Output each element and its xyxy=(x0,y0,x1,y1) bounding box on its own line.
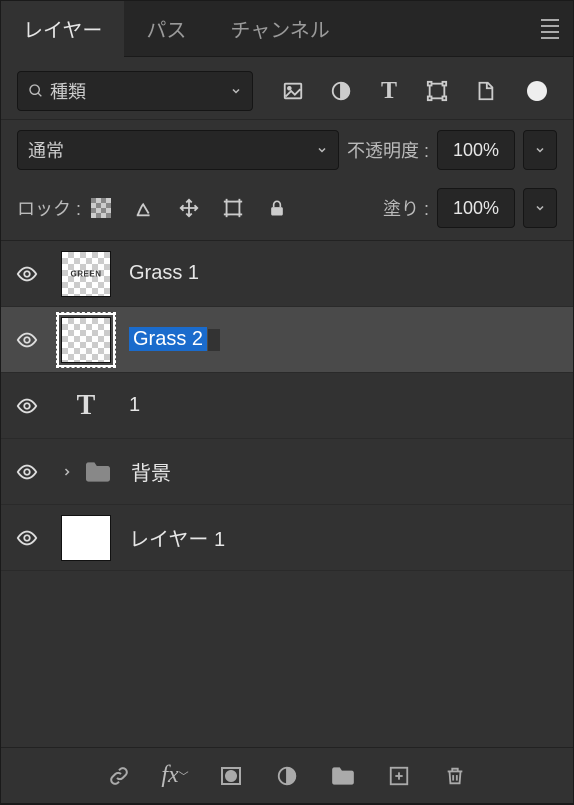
blend-mode-value: 通常 xyxy=(28,137,64,163)
opacity-label: 不透明度 : xyxy=(347,137,429,163)
visibility-toggle[interactable] xyxy=(7,263,47,285)
tab-paths[interactable]: パス xyxy=(124,1,208,57)
lock-artboard-icon[interactable] xyxy=(221,196,245,220)
layer-thumbnail[interactable] xyxy=(61,515,111,561)
visibility-toggle[interactable] xyxy=(7,461,47,483)
filter-smartobject-icon[interactable] xyxy=(473,79,497,103)
layer-row[interactable]: Grass 2 xyxy=(1,307,573,373)
add-mask-icon[interactable] xyxy=(218,763,244,789)
layer-row[interactable]: レイヤー 1 xyxy=(1,505,573,571)
new-adjustment-icon[interactable] xyxy=(274,763,300,789)
layer-filter-dropdown[interactable]: 種類 xyxy=(17,71,253,111)
tab-layers[interactable]: レイヤー xyxy=(1,1,124,57)
disclosure-triangle[interactable] xyxy=(55,466,75,478)
filter-adjustment-icon[interactable] xyxy=(329,79,353,103)
panel-menu-icon[interactable] xyxy=(543,19,573,39)
link-layers-icon[interactable] xyxy=(106,763,132,789)
blend-row: 通常 不透明度 : 100% xyxy=(1,119,573,178)
type-layer-icon[interactable]: T xyxy=(61,383,111,429)
lock-transparency-icon[interactable] xyxy=(89,196,113,220)
new-group-icon[interactable] xyxy=(330,763,356,789)
visibility-toggle[interactable] xyxy=(7,395,47,417)
lock-row: ロック : 塗り : 100% xyxy=(1,178,573,241)
fill-label: 塗り : xyxy=(383,195,429,221)
filter-row: 種類 T xyxy=(1,57,573,119)
visibility-toggle[interactable] xyxy=(7,329,47,351)
filter-toggle-switch[interactable] xyxy=(527,81,547,101)
bottom-toolbar: fx﹀ xyxy=(1,747,573,803)
lock-label: ロック : xyxy=(17,195,81,221)
new-layer-icon[interactable] xyxy=(386,763,412,789)
text-caret xyxy=(208,329,220,351)
layer-row[interactable]: T 1 xyxy=(1,373,573,439)
visibility-toggle[interactable] xyxy=(7,527,47,549)
blend-mode-dropdown[interactable]: 通常 xyxy=(17,130,339,170)
layers-list: Grass 1 Grass 2 T 1 背 xyxy=(1,241,573,747)
layer-thumbnail[interactable] xyxy=(61,251,111,297)
lock-all-icon[interactable] xyxy=(265,196,289,220)
fill-field[interactable]: 100% xyxy=(437,188,515,228)
delete-layer-icon[interactable] xyxy=(442,763,468,789)
lock-position-icon[interactable] xyxy=(177,196,201,220)
opacity-dropdown-button[interactable] xyxy=(523,130,557,170)
fill-dropdown-button[interactable] xyxy=(523,188,557,228)
filter-label: 種類 xyxy=(50,78,86,104)
chevron-down-icon xyxy=(230,85,242,97)
layer-thumbnail[interactable] xyxy=(61,317,111,363)
opacity-field[interactable]: 100% xyxy=(437,130,515,170)
filter-type-icon[interactable]: T xyxy=(377,79,401,103)
layer-group-row[interactable]: 背景 xyxy=(1,439,573,505)
layer-name[interactable]: レイヤー 1 xyxy=(129,523,225,552)
layer-name[interactable]: 1 xyxy=(129,394,140,417)
search-icon xyxy=(28,83,44,99)
layer-effects-icon[interactable]: fx﹀ xyxy=(162,763,188,789)
chevron-down-icon xyxy=(316,144,328,156)
folder-icon xyxy=(83,460,123,484)
layer-name-editing[interactable]: Grass 2 xyxy=(121,328,220,351)
lock-image-icon[interactable] xyxy=(133,196,157,220)
panel-tabs: レイヤー パス チャンネル xyxy=(1,1,573,57)
layer-row[interactable]: Grass 1 xyxy=(1,241,573,307)
tab-channels[interactable]: チャンネル xyxy=(208,1,351,57)
layer-name[interactable]: 背景 xyxy=(131,457,171,486)
filter-pixel-icon[interactable] xyxy=(281,79,305,103)
filter-shape-icon[interactable] xyxy=(425,79,449,103)
layer-name[interactable]: Grass 1 xyxy=(129,262,199,285)
